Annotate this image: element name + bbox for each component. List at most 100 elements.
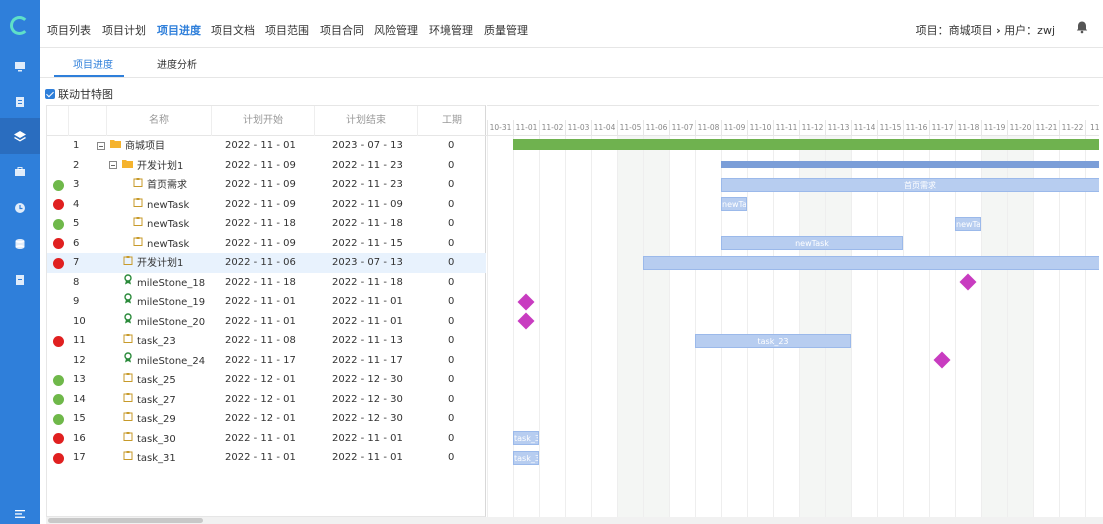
task-name-cell[interactable]: task_31 [123,448,176,468]
milestone-icon [123,292,133,312]
linkage-gantt-toggle[interactable]: 联动甘特图 [45,86,113,102]
task-name-cell[interactable]: 商城项目 [97,136,165,156]
table-row[interactable]: 3 首页需求 2022 - 11 - 09 2022 - 11 - 23 0 [47,175,486,195]
task-icon [123,409,133,429]
table-row[interactable]: 13 task_25 2022 - 12 - 01 2022 - 12 - 30 0 [47,370,486,390]
task-name-cell[interactable]: newTask [133,195,189,215]
task-name-cell[interactable]: task_23 [123,331,176,351]
task-name-cell[interactable]: mileStone_24 [123,351,205,371]
monitor-icon[interactable] [0,48,40,84]
task-name-cell[interactable]: task_27 [123,390,176,410]
table-row[interactable]: 17 task_31 2022 - 11 - 01 2022 - 11 - 01 0 [47,448,486,468]
grid-line [721,136,722,517]
table-row[interactable]: 15 task_29 2022 - 12 - 01 2022 - 12 - 30 0 [47,409,486,429]
grid-line [1033,136,1034,517]
header-name[interactable]: 名称 [107,106,212,136]
plan-bar[interactable] [721,160,1099,168]
gantt-bar[interactable] [643,255,1099,270]
task-name-cell[interactable]: mileStone_20 [123,312,205,332]
tab-progress-analysis[interactable]: 进度分析 [157,56,197,71]
nav-quality-management[interactable]: 质量管理 [484,22,528,38]
table-row[interactable]: 9 mileStone_19 2022 - 11 - 01 2022 - 11 - 0… [47,292,486,312]
table-row[interactable]: 16 task_30 2022 - 11 - 01 2022 - 11 - 01 0 [47,429,486,449]
gantt-bar[interactable]: task_3 [513,431,539,445]
linkage-checkbox[interactable] [45,89,55,99]
gantt-bar[interactable]: newTa [721,197,747,211]
nav-project-scope[interactable]: 项目范围 [265,22,309,38]
gantt-bar[interactable]: task_23 [695,333,851,348]
clock-icon[interactable] [0,190,40,226]
gantt-bar[interactable]: task_3 [513,450,539,465]
task-name: newTask [147,238,190,250]
row-index: 17 [73,452,86,463]
nav-project-progress[interactable]: 项目进度 [157,22,201,38]
header-index [69,106,107,136]
task-name-cell[interactable]: 首页需求 [133,175,187,195]
task-icon [133,234,143,254]
summary-bar[interactable] [513,139,1099,150]
task-name-cell[interactable]: 开发计划1 [109,156,183,176]
date-header-cell: 11-13 [825,120,851,136]
collapse-toggle-icon[interactable] [109,161,117,170]
milestone-marker[interactable] [517,312,535,330]
task-name: mileStone_19 [137,296,206,308]
task-name-cell[interactable]: mileStone_18 [123,273,205,293]
briefcase-icon[interactable] [0,154,40,190]
report-icon[interactable] [0,262,40,298]
table-row[interactable]: 11 task_23 2022 - 11 - 08 2022 - 11 - 13 0 [47,331,486,351]
duration: 0 [448,354,455,366]
table-row[interactable]: 1 商城项目 2022 - 11 - 01 2023 - 07 - 13 0 [47,136,486,156]
task-name-cell[interactable]: mileStone_19 [123,292,205,312]
date-header-cell: 11-17 [929,120,955,136]
gantt-bar[interactable]: 首页需求 [721,177,1099,192]
nav-risk-management[interactable]: 风险管理 [374,22,418,38]
milestone-marker[interactable] [517,293,535,310]
task-name-cell[interactable]: task_25 [123,370,176,390]
task-name-cell[interactable]: 开发计划1 [123,253,183,273]
horizontal-scrollbar[interactable] [46,517,1103,524]
table-row[interactable]: 10 mileStone_20 2022 - 11 - 01 2022 - 11 - … [47,312,486,332]
scrollbar-thumb[interactable] [48,518,203,523]
database-icon[interactable] [0,226,40,262]
gantt-bar[interactable]: newTask [721,236,903,250]
header-end[interactable]: 计划结束 [315,106,418,136]
table-row[interactable]: 5 newTask 2022 - 11 - 18 2022 - 11 - 18 0 [47,214,486,234]
table-row[interactable]: 2 开发计划1 2022 - 11 - 09 2022 - 11 - 23 0 [47,156,486,176]
duration: 0 [448,218,455,229]
table-row[interactable]: 14 task_27 2022 - 12 - 01 2022 - 12 - 30 0 [47,390,486,410]
status-dot [53,238,64,249]
document-icon[interactable] [0,84,40,120]
task-name-cell[interactable]: newTask [133,214,189,234]
task-name-cell[interactable]: task_29 [123,409,176,429]
milestone-marker[interactable] [959,273,977,291]
gantt-header: 10-31 11-01 11-02 11-03 11-04 11-05 11-06 11-07… [487,106,1099,136]
menu-collapse-icon[interactable] [0,496,40,524]
milestone-marker[interactable] [933,351,951,369]
grid-line [955,136,956,517]
task-name-cell[interactable]: task_30 [123,429,176,449]
status-dot [53,433,64,444]
nav-project-contract[interactable]: 项目合同 [320,22,364,38]
nav-project-plan[interactable]: 项目计划 [102,22,146,38]
bell-icon[interactable] [1075,20,1089,34]
app-root: 项目列表 项目计划 项目进度 项目文档 项目范围 项目合同 风险管理 环境管理 … [0,0,1103,524]
nav-environment-management[interactable]: 环境管理 [429,22,473,38]
header-duration[interactable]: 工期 [418,106,486,136]
user-label[interactable]: 用户：zwj [1004,24,1055,37]
collapse-toggle-icon[interactable] [97,141,105,150]
gantt-bar[interactable]: newTa [955,216,981,231]
task-name-cell[interactable]: newTask [133,234,189,254]
table-row[interactable]: 6 newTask 2022 - 11 - 09 2022 - 11 - 15 0 [47,234,486,254]
table-row[interactable]: 12 mileStone_24 2022 - 11 - 17 2022 - 11 - … [47,351,486,371]
tab-progress[interactable]: 项目进度 [73,56,113,71]
project-label[interactable]: 项目：商城项目 [916,24,993,37]
header-start[interactable]: 计划开始 [212,106,315,136]
project-user-breadcrumb: 项目：商城项目 › 用户：zwj [916,22,1055,38]
table-row[interactable]: 4 newTask 2022 - 11 - 09 2022 - 11 - 09 0 [47,195,486,215]
nav-project-list[interactable]: 项目列表 [47,22,91,38]
grid-header: 名称 计划开始 计划结束 工期 [47,106,487,136]
table-row[interactable]: 7 开发计划1 2022 - 11 - 06 2023 - 07 - 13 0 [47,253,486,273]
layers-icon[interactable] [0,118,40,154]
nav-project-docs[interactable]: 项目文档 [211,22,255,38]
table-row[interactable]: 8 mileStone_18 2022 - 11 - 18 2022 - 11 - 1… [47,273,486,293]
